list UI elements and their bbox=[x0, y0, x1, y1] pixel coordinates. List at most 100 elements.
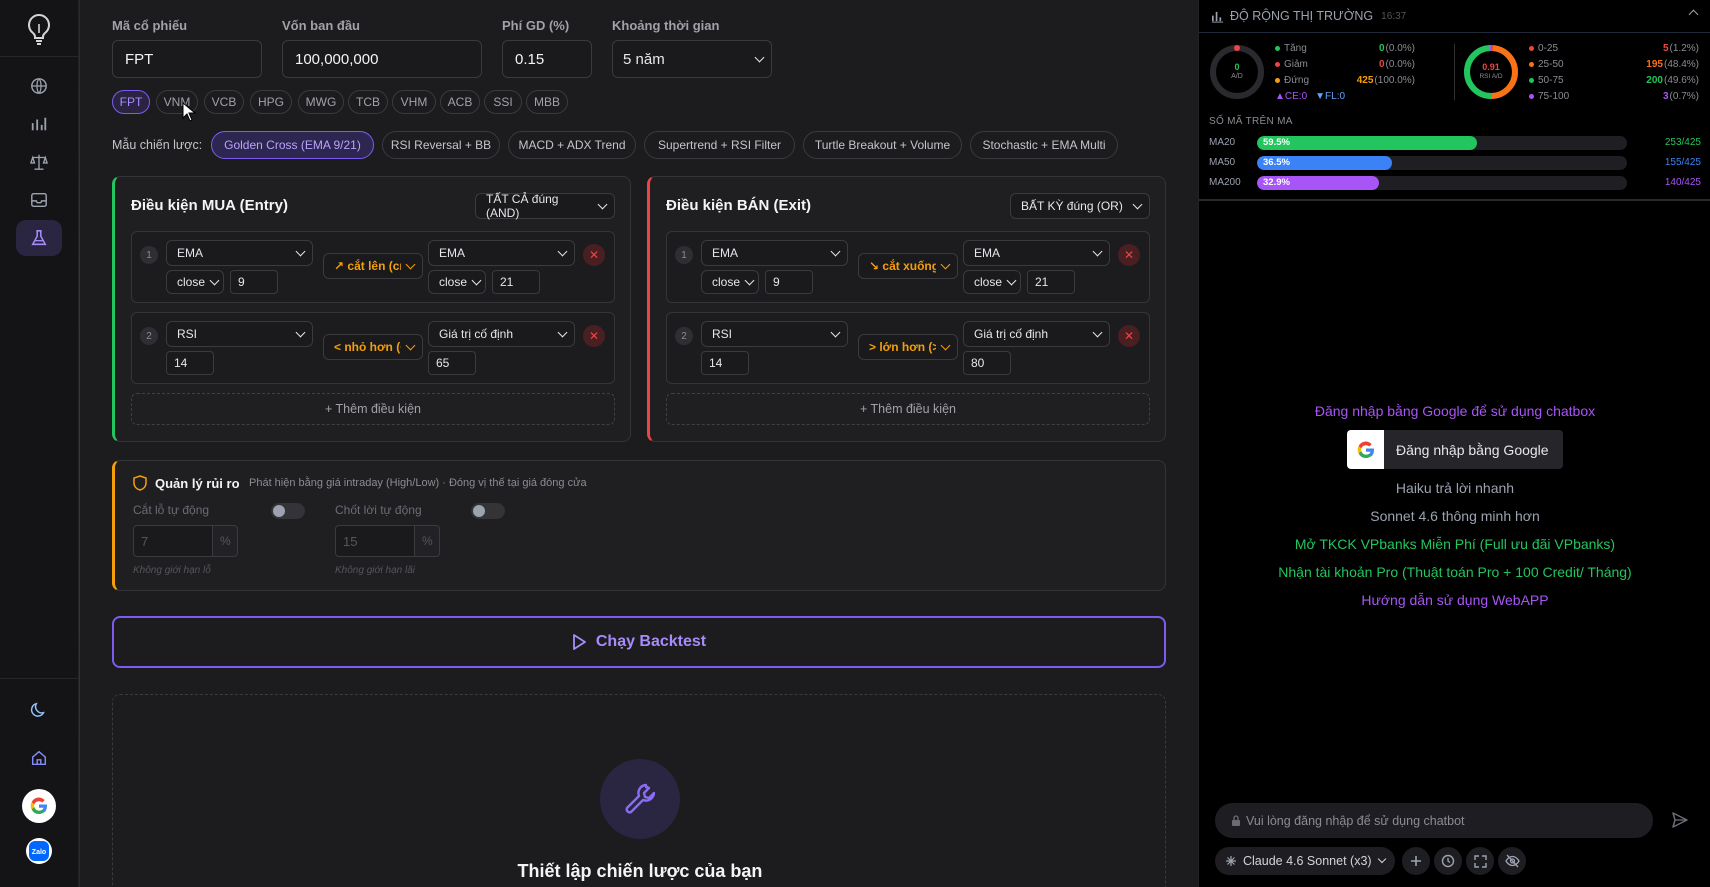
rhs-value-input[interactable]: 65 bbox=[428, 351, 476, 375]
sidebar-item-market[interactable] bbox=[16, 68, 62, 104]
rhs-source-value: close bbox=[439, 275, 468, 289]
chevron-down-icon bbox=[754, 52, 765, 62]
sidebar-divider-bottom bbox=[0, 678, 79, 679]
hide-chat-button[interactable] bbox=[1498, 847, 1526, 875]
moon-icon bbox=[30, 702, 45, 717]
period-input[interactable]: 9 bbox=[230, 270, 278, 294]
ticker-chip[interactable]: MBB bbox=[526, 90, 568, 114]
fullscreen-button[interactable] bbox=[1466, 847, 1494, 875]
period-select[interactable]: 5 năm bbox=[612, 40, 772, 78]
inbox-icon bbox=[31, 192, 47, 208]
rhs-period-value: 21 bbox=[1035, 275, 1049, 289]
sidebar-item-inbox[interactable] bbox=[16, 182, 62, 218]
chevron-up-icon[interactable] bbox=[1688, 9, 1699, 20]
ticker-chip[interactable]: TCB bbox=[348, 90, 388, 114]
google-account-button[interactable] bbox=[22, 789, 56, 823]
divider bbox=[1454, 44, 1455, 100]
ticker-chip[interactable]: VHM bbox=[392, 90, 436, 114]
template-macd-adx[interactable]: MACD + ADX Trend bbox=[508, 131, 636, 159]
stop-loss-input[interactable]: 7 bbox=[133, 525, 213, 557]
ticker-chip[interactable]: MWG bbox=[298, 90, 344, 114]
sell-mode-select[interactable]: BẤT KỲ đúng (OR) bbox=[1010, 193, 1150, 219]
guide-link[interactable]: Hướng dẫn sử dụng WebAPP bbox=[1199, 592, 1710, 608]
lightbulb-logo-icon[interactable] bbox=[20, 10, 58, 48]
ticker-chip[interactable]: FPT bbox=[112, 90, 150, 114]
buy-conditions-panel: Điều kiện MUA (Entry) TẤT CẢ đúng (AND) … bbox=[112, 176, 631, 442]
ticker-input[interactable]: FPT bbox=[112, 40, 262, 78]
delete-condition-button[interactable]: ✕ bbox=[583, 325, 605, 347]
delete-condition-button[interactable]: ✕ bbox=[1118, 325, 1140, 347]
rhs-indicator-select[interactable]: EMA bbox=[963, 240, 1110, 266]
rhs-source-select[interactable]: close bbox=[963, 270, 1021, 294]
indicator-select[interactable]: RSI bbox=[701, 321, 848, 347]
buy-condition-row-2: 2 RSI 14 < nhỏ hơn (< Giá trị cố định 65… bbox=[131, 312, 615, 384]
vpbanks-link[interactable]: Mở TKCK VPbanks Miễn Phí (Full ưu đãi VP… bbox=[1199, 536, 1710, 552]
sell-panel-title: Điều kiện BÁN (Exit) bbox=[666, 197, 812, 214]
home-button[interactable] bbox=[16, 740, 62, 776]
send-icon[interactable] bbox=[1671, 811, 1689, 829]
down-dot bbox=[1275, 62, 1280, 67]
history-button[interactable] bbox=[1434, 847, 1462, 875]
stop-loss-toggle[interactable] bbox=[271, 503, 305, 519]
operator-select[interactable]: ↘ cắt xuống bbox=[858, 253, 958, 279]
buy-panel-title: Điều kiện MUA (Entry) bbox=[131, 197, 288, 214]
google-login-button[interactable]: Đăng nhập bằng Google bbox=[1347, 430, 1563, 469]
market-breadth-header[interactable]: ĐỘ RỘNG THỊ TRƯỜNG 16:37 bbox=[1199, 0, 1710, 33]
theme-toggle[interactable] bbox=[16, 692, 62, 728]
rhs-type-select[interactable]: Giá trị cố định bbox=[963, 321, 1110, 347]
rhs-indicator-select[interactable]: EMA bbox=[428, 240, 575, 266]
take-profit-toggle[interactable] bbox=[471, 503, 505, 519]
rhs-source-select[interactable]: close bbox=[428, 270, 486, 294]
ticker-chip[interactable]: ACB bbox=[440, 90, 480, 114]
operator-select[interactable]: > lớn hơn (> bbox=[858, 334, 958, 360]
template-turtle-breakout[interactable]: Turtle Breakout + Volume bbox=[803, 131, 962, 159]
zalo-button[interactable]: Zalo bbox=[26, 838, 52, 864]
new-chat-button[interactable] bbox=[1402, 847, 1430, 875]
fee-input[interactable]: 0.15 bbox=[502, 40, 592, 78]
run-backtest-button[interactable]: Chạy Backtest bbox=[112, 616, 1166, 668]
buy-mode-select[interactable]: TẤT CẢ đúng (AND) bbox=[475, 192, 615, 220]
template-supertrend-rsi[interactable]: Supertrend + RSI Filter bbox=[644, 131, 795, 159]
rhs-period-input[interactable]: 21 bbox=[492, 270, 540, 294]
rhs-type-select[interactable]: Giá trị cố định bbox=[428, 321, 575, 347]
delete-condition-button[interactable]: ✕ bbox=[583, 244, 605, 266]
chevron-down-icon bbox=[744, 275, 755, 285]
operator-select[interactable]: ↗ cắt lên (cı bbox=[323, 253, 423, 279]
model-select[interactable]: Claude 4.6 Sonnet (x3) bbox=[1215, 847, 1395, 875]
ticker-chip[interactable]: VCB bbox=[204, 90, 244, 114]
ticker-chip[interactable]: HPG bbox=[250, 90, 292, 114]
close-icon: ✕ bbox=[1123, 329, 1135, 343]
fee-input-value: 0.15 bbox=[515, 50, 545, 68]
template-rsi-reversal[interactable]: RSI Reversal + BB bbox=[382, 131, 500, 159]
run-backtest-label: Chạy Backtest bbox=[595, 633, 707, 650]
source-select[interactable]: close bbox=[166, 270, 224, 294]
pro-account-link[interactable]: Nhận tài khoản Pro (Thuật toán Pro + 100… bbox=[1199, 564, 1710, 580]
indicator-select[interactable]: RSI bbox=[166, 321, 313, 347]
indicator-select[interactable]: EMA bbox=[166, 240, 313, 266]
template-stochastic-ema[interactable]: Stochastic + EMA Multi bbox=[970, 131, 1118, 159]
rhs-value-input[interactable]: 80 bbox=[963, 351, 1011, 375]
template-golden-cross[interactable]: Golden Cross (EMA 9/21) bbox=[211, 131, 374, 159]
ticker-chip[interactable]: SSI bbox=[484, 90, 522, 114]
operator-select[interactable]: < nhỏ hơn (< bbox=[323, 334, 423, 360]
period-input[interactable]: 14 bbox=[166, 351, 214, 375]
take-profit-input[interactable]: 15 bbox=[335, 525, 415, 557]
capital-input[interactable]: 100,000,000 bbox=[282, 40, 482, 78]
period-input[interactable]: 14 bbox=[701, 351, 749, 375]
sidebar-item-charts[interactable] bbox=[16, 106, 62, 142]
buy-add-condition-button[interactable]: + Thêm điều kiện bbox=[131, 393, 615, 425]
rsi-value: 0.91 bbox=[1482, 62, 1500, 72]
sidebar-item-compare[interactable] bbox=[16, 144, 62, 180]
bin-dot bbox=[1529, 78, 1534, 83]
rhs-period-input[interactable]: 21 bbox=[1027, 270, 1075, 294]
template-label: Mẫu chiến lược: bbox=[112, 138, 203, 152]
source-select[interactable]: close bbox=[701, 270, 759, 294]
delete-condition-button[interactable]: ✕ bbox=[1118, 244, 1140, 266]
period-input[interactable]: 9 bbox=[765, 270, 813, 294]
indicator-value: RSI bbox=[177, 327, 198, 341]
sell-add-condition-button[interactable]: + Thêm điều kiện bbox=[666, 393, 1150, 425]
breadth-down-row: Giảm 0 (0.0%) bbox=[1275, 59, 1415, 70]
chat-input[interactable]: Vui lòng đăng nhập để sử dụng chatbot bbox=[1215, 803, 1653, 838]
sidebar-item-backtest[interactable] bbox=[16, 220, 62, 256]
indicator-select[interactable]: EMA bbox=[701, 240, 848, 266]
